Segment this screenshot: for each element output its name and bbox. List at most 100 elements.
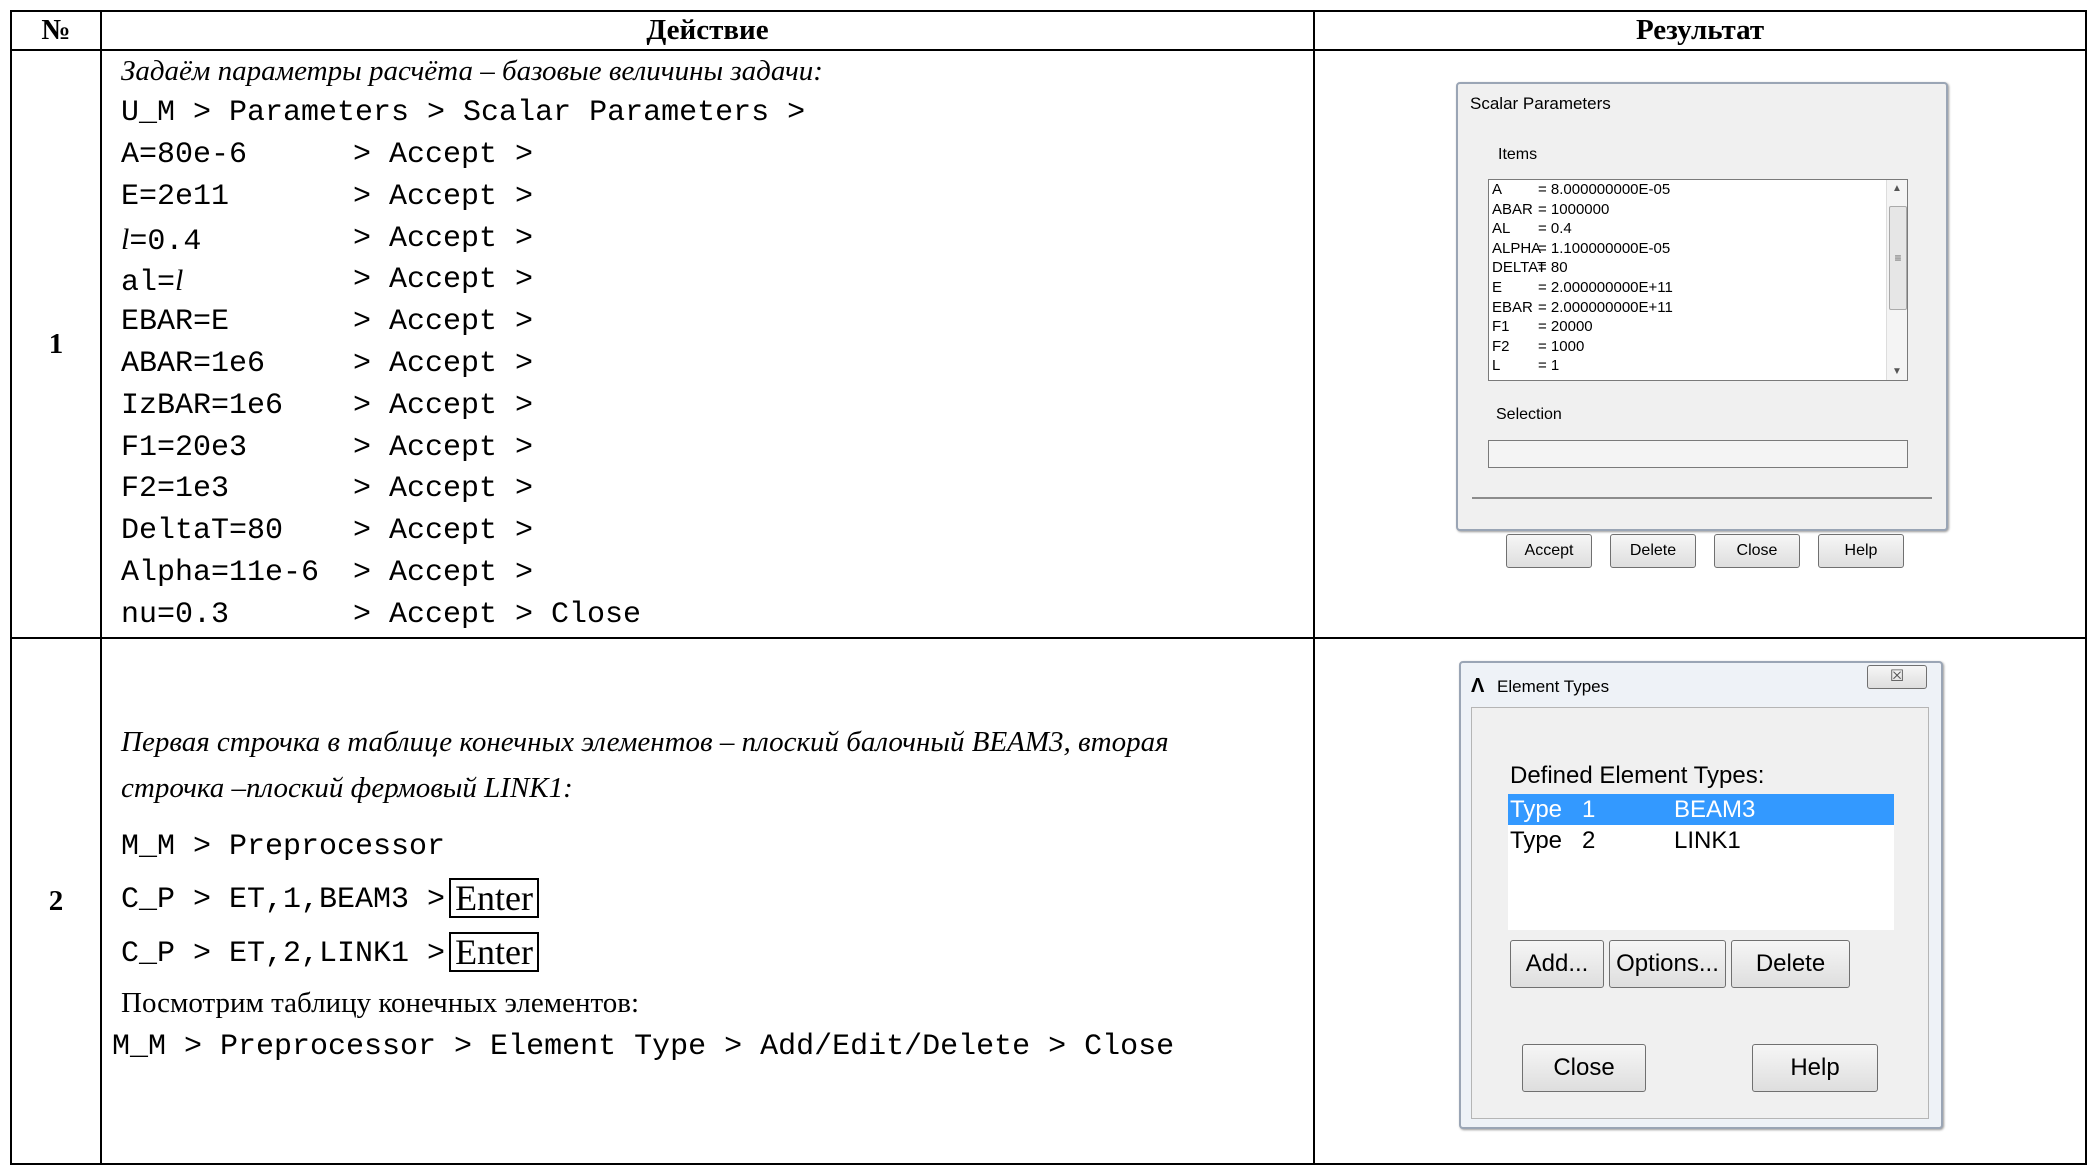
command-line: M_M > Preprocessor > Element Type > Add/…: [112, 1030, 1175, 1064]
command-action: > Accept >: [353, 138, 534, 173]
command-assignment: ABAR=1e6: [121, 347, 266, 381]
list-item[interactable]: AL = 0.4: [1489, 219, 1907, 239]
command-action: > Accept >: [353, 430, 534, 465]
command-line: A=80e-6 > Accept >: [102, 135, 1313, 177]
list-item[interactable]: IZBAR= 1000000: [1489, 376, 1907, 380]
command-assignment: F1=20e3: [121, 430, 248, 465]
command-action: > Accept >: [353, 472, 534, 507]
help-button[interactable]: Help: [1818, 534, 1904, 568]
command-assignment: A=80e-6: [121, 138, 248, 173]
dialog-body: Defined Element Types: Type 1 BEAM3 Type 2…: [1471, 707, 1929, 1119]
command-line: M_M > Preprocessor: [121, 830, 446, 864]
row-number: 1: [10, 49, 102, 639]
element-types-dialog: Λ Element Types ☒ Defined Element Types:…: [1459, 661, 1943, 1129]
command-action: > Accept >: [353, 555, 534, 590]
list-scrollbar[interactable]: ▲ ≡ ▼: [1886, 180, 1907, 380]
command-action: > Accept > Close: [353, 597, 642, 632]
types-rows: Type 1 BEAM3 Type 2 LINK1: [1508, 794, 1894, 856]
result-cell: Scalar Parameters Items A = 8.000000000E-…: [1313, 49, 2087, 639]
element-type-number: Type 2: [1510, 827, 1596, 854]
step-intro: Задаём параметры расчёта – базовые велич…: [121, 55, 823, 88]
list-item[interactable]: Type 1 BEAM3: [1508, 794, 1894, 825]
item-name: IZBAR: [1489, 376, 1538, 380]
item-value: = 0.4: [1538, 220, 1572, 238]
command-line: l=0.4 > Accept >: [102, 219, 1313, 261]
command-list: A=80e-6 > Accept > E=2e11 > Accept > l=0.4 > …: [102, 135, 1313, 637]
item-name: AL: [1492, 220, 1511, 238]
header-result: Результат: [1313, 10, 2087, 51]
command-assignment: nu=0.3: [121, 597, 230, 632]
command-line: F1=20e3 > Accept >: [102, 428, 1313, 470]
list-item[interactable]: F2 = 1000: [1489, 337, 1907, 357]
command-action: > Accept >: [353, 221, 534, 256]
close-button[interactable]: Close: [1714, 534, 1800, 568]
command-assignment: al=l: [121, 264, 184, 301]
command-assignment: Alpha=11e-6: [121, 555, 320, 590]
separator: [1472, 497, 1932, 499]
selection-input[interactable]: [1488, 440, 1908, 468]
action-cell: Задаём параметры расчёта – базовые велич…: [100, 49, 1315, 639]
list-item[interactable]: EBAR = 2.000000000E+11: [1489, 298, 1907, 318]
command-line: F2=1e3 > Accept >: [102, 469, 1313, 511]
command-text: C_P > ET,1,BEAM3 >: [121, 883, 446, 917]
ansys-logo-icon: Λ: [1471, 675, 1485, 697]
dialog-title: Element Types: [1497, 677, 1610, 696]
item-value: = 2.000000000E+11: [1538, 298, 1673, 316]
command-assignment: DeltaT=80: [121, 514, 284, 549]
list-item[interactable]: ABAR = 1000000: [1489, 200, 1907, 220]
command-assignment: E=2e11: [121, 179, 230, 214]
list-item[interactable]: A = 8.000000000E-05: [1489, 180, 1907, 200]
scalar-parameters-dialog: Scalar Parameters Items A = 8.000000000E-…: [1456, 82, 1948, 568]
step-intro-line2: строчка –плоский фермовый LINK1:: [121, 772, 573, 804]
item-name: EBAR: [1492, 298, 1533, 316]
items-list[interactable]: A = 8.000000000E-05 ABAR = 1000000 AL = 0.4 AL…: [1488, 179, 1908, 381]
command-line: ABAR=1e6 > Accept >: [102, 344, 1313, 386]
delete-button[interactable]: Delete: [1731, 940, 1850, 988]
list-item[interactable]: ALPHA = 1.100000000E-05: [1489, 239, 1907, 259]
scroll-thumb[interactable]: ≡: [1889, 206, 1907, 310]
selection-label: Selection: [1496, 406, 1562, 423]
element-type-name: LINK1: [1674, 827, 1741, 854]
element-types-list[interactable]: Type 1 BEAM3 Type 2 LINK1: [1508, 794, 1894, 930]
item-name: F2: [1492, 337, 1510, 355]
options-button[interactable]: Options...: [1609, 940, 1726, 988]
command-assignment: F2=1e3: [121, 472, 230, 507]
list-item[interactable]: DELTAT = 80: [1489, 258, 1907, 278]
element-type-name: BEAM3: [1674, 796, 1756, 823]
accept-button[interactable]: Accept: [1506, 534, 1592, 568]
help-button[interactable]: Help: [1752, 1044, 1878, 1092]
command-line: IzBAR=1e6 > Accept >: [102, 386, 1313, 428]
note-text: Посмотрим таблицу конечных элементов:: [121, 987, 640, 1019]
close-button[interactable]: Close: [1522, 1044, 1646, 1092]
command-assignment: EBAR=E: [121, 305, 230, 340]
list-item[interactable]: Type 2 LINK1: [1508, 825, 1894, 856]
item-value: = 1000000: [1538, 376, 1907, 380]
instruction-table: № Действие Результат 1 Задаём параметры …: [10, 10, 2087, 1165]
command-line: nu=0.3 > Accept > Close: [102, 595, 1313, 637]
item-value: = 8.000000000E-05: [1538, 181, 1671, 198]
scroll-up-icon[interactable]: ▲: [1887, 183, 1907, 194]
command-action: > Accept >: [353, 388, 534, 423]
command-line: C_P > ET,2,LINK1 > Enter: [102, 927, 1313, 981]
command-line: DeltaT=80 > Accept >: [102, 511, 1313, 553]
item-name: F1: [1492, 318, 1510, 336]
header-row: № Действие Результат: [10, 10, 2087, 51]
item-name: E: [1492, 278, 1503, 296]
item-name: ALPHA: [1492, 239, 1542, 257]
list-item[interactable]: E = 2.000000000E+11: [1489, 278, 1907, 298]
command-assignment: IzBAR=1e6: [121, 388, 284, 423]
command-text: C_P > ET,2,LINK1 >: [121, 937, 446, 971]
close-window-icon[interactable]: ☒: [1867, 665, 1927, 689]
add-button[interactable]: Add...: [1510, 940, 1604, 988]
item-value: = 20000: [1538, 318, 1593, 336]
result-cell: Λ Element Types ☒ Defined Element Types:…: [1313, 637, 2087, 1165]
command-line: Alpha=11e-6 > Accept >: [102, 553, 1313, 595]
enter-key-icon: Enter: [449, 878, 540, 919]
command-action: > Accept >: [353, 263, 534, 298]
defined-types-label: Defined Element Types:: [1510, 762, 1765, 789]
list-item[interactable]: F1 = 20000: [1489, 317, 1907, 337]
command-assignment: l=0.4: [121, 222, 202, 259]
list-item[interactable]: L = 1: [1489, 356, 1907, 376]
scroll-down-icon[interactable]: ▼: [1887, 366, 1907, 377]
delete-button[interactable]: Delete: [1610, 534, 1696, 568]
